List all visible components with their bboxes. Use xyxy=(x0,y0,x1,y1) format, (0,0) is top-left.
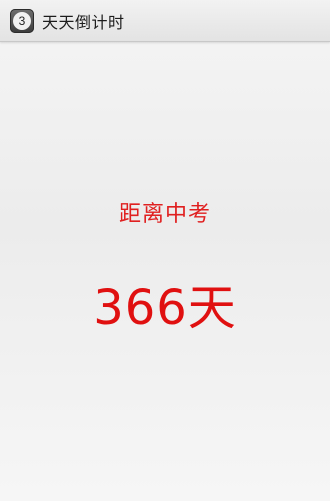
app-icon-number: 3 xyxy=(13,11,31,30)
action-bar: 3 天天倒计时 xyxy=(0,0,330,42)
app-icon[interactable]: 3 xyxy=(10,8,34,33)
app-title: 天天倒计时 xyxy=(42,12,125,32)
countdown-value: 366天 xyxy=(93,280,237,336)
countdown-label: 距离中考 xyxy=(118,202,211,227)
